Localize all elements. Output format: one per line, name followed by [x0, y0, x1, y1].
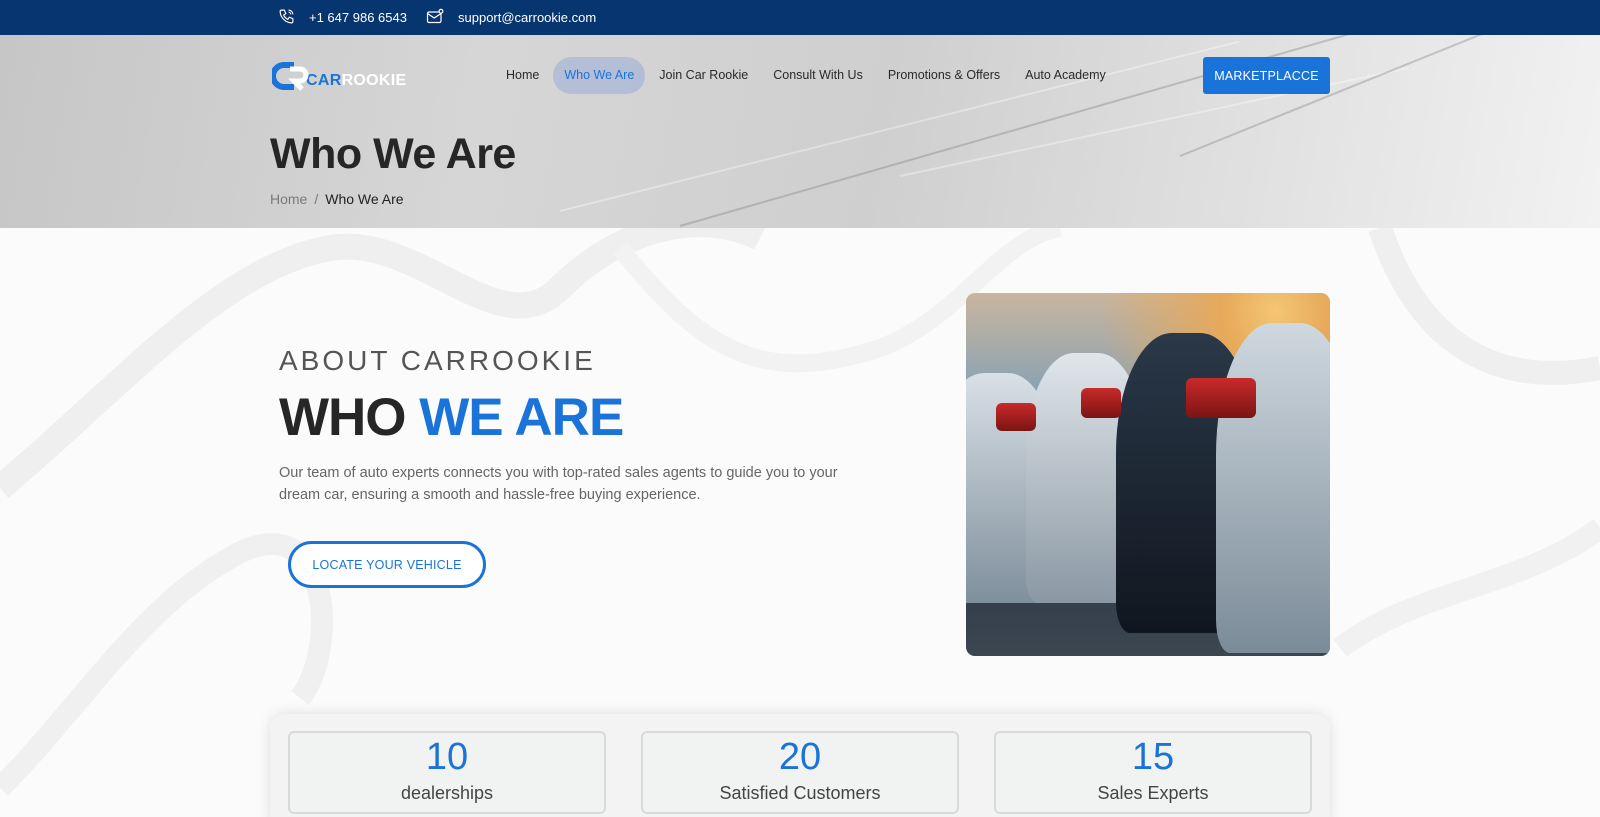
- phone-number[interactable]: +1 647 986 6543: [309, 10, 407, 25]
- stat-label: Sales Experts: [1097, 783, 1209, 803]
- headline-dark-part: WHO: [279, 388, 407, 447]
- breadcrumb: Home / Who We Are: [270, 191, 404, 207]
- headline-blue-part: WE ARE: [419, 388, 624, 447]
- logo-text-rookie: ROOKIE: [341, 72, 407, 89]
- stat-number: 15: [1131, 736, 1175, 778]
- marketplace-button[interactable]: MARKETPLACCE: [1203, 57, 1330, 94]
- nav-item-join-car-rookie[interactable]: Join Car Rookie: [648, 57, 759, 94]
- taillight: [996, 403, 1036, 431]
- stat-sales-experts: 15 Sales Experts: [994, 731, 1312, 814]
- email-address[interactable]: support@carrookie.com: [458, 10, 596, 25]
- stat-label: Satisfied Customers: [719, 783, 881, 803]
- section-headline: WHO WE ARE: [279, 387, 624, 448]
- nav-item-auto-academy[interactable]: Auto Academy: [1014, 57, 1117, 94]
- locate-vehicle-button[interactable]: LOCATE YOUR VEHICLE: [288, 541, 486, 588]
- stat-satisfied-customers: 20 Satisfied Customers: [641, 731, 959, 814]
- taillight: [1081, 388, 1121, 418]
- hero-texture: [1179, 35, 1570, 157]
- breadcrumb-current: Who We Are: [325, 191, 404, 207]
- main-nav: Home Who We Are Join Car Rookie Consult …: [495, 57, 1120, 94]
- logo-mark-icon: [270, 61, 310, 91]
- about-description: Our team of auto experts connects you wi…: [279, 465, 838, 503]
- top-contact-bar: +1 647 986 6543 support@carrookie.com: [0, 0, 1600, 35]
- phone-contact[interactable]: +1 647 986 6543: [278, 0, 407, 35]
- phone-icon: [278, 8, 309, 28]
- site-logo[interactable]: CARROOKIE: [270, 60, 407, 92]
- stat-dealerships: 10 dealerships: [288, 731, 606, 814]
- cars-lot-image: [966, 293, 1330, 656]
- nav-item-home[interactable]: Home: [495, 57, 550, 94]
- car-shape: [1216, 323, 1330, 653]
- stat-label: dealerships: [400, 783, 494, 803]
- mail-icon: [426, 8, 458, 28]
- section-eyebrow: ABOUT CARROOKIE: [279, 345, 596, 376]
- stat-number: 10: [425, 736, 469, 778]
- breadcrumb-home-link[interactable]: Home: [270, 191, 307, 207]
- nav-item-promotions-offers[interactable]: Promotions & Offers: [877, 57, 1011, 94]
- breadcrumb-separator: /: [314, 191, 319, 207]
- logo-wordmark: CARROOKIE: [306, 72, 407, 90]
- nav-item-who-we-are[interactable]: Who We Are: [553, 57, 646, 94]
- stat-number: 20: [778, 736, 822, 778]
- email-contact[interactable]: support@carrookie.com: [426, 0, 596, 35]
- nav-item-consult-with-us[interactable]: Consult With Us: [762, 57, 874, 94]
- taillight: [1186, 378, 1256, 418]
- page-title: Who We Are: [270, 130, 516, 178]
